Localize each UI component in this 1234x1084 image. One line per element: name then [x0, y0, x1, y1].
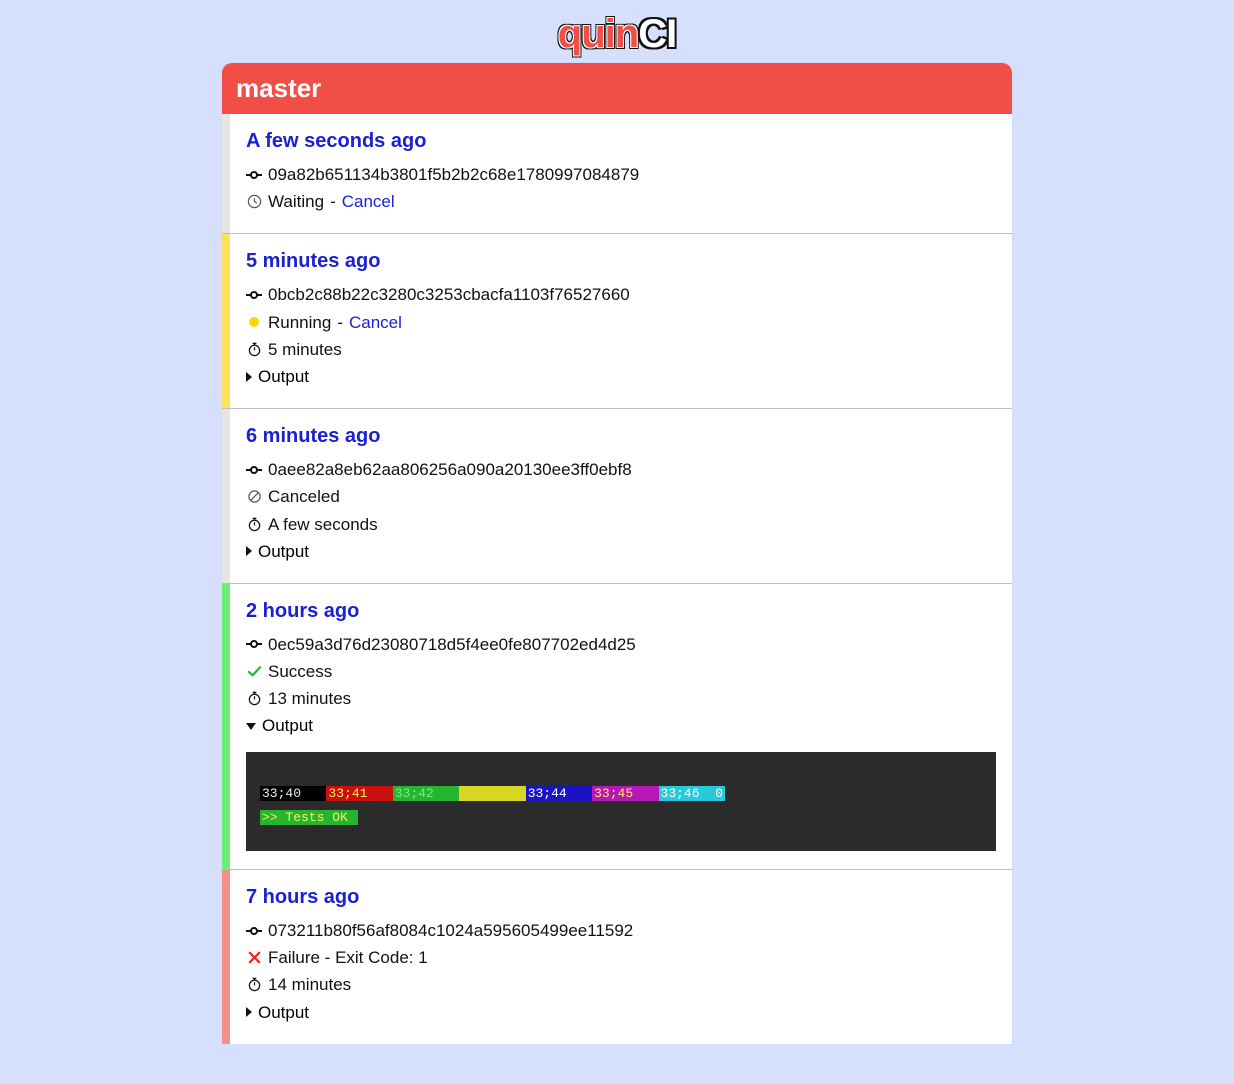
stopwatch-icon: [246, 977, 262, 993]
commit-sha: 073211b80f56af8084c1024a595605499ee11592: [268, 917, 633, 944]
job-card: 2 hours ago 0ec59a3d76d23080718d5f4ee0fe8…: [222, 584, 1012, 870]
caret-icon: [246, 1007, 252, 1017]
caret-icon: [246, 723, 256, 730]
commit-icon: [246, 167, 262, 183]
commit-icon: [246, 462, 262, 478]
sep: -: [337, 309, 343, 336]
status-bar: [222, 870, 230, 1044]
x-icon: [246, 950, 262, 966]
duration-text: 5 minutes: [268, 336, 342, 363]
duration-text: 14 minutes: [268, 971, 351, 998]
branch-header: master: [222, 63, 1012, 114]
commit-icon: [246, 287, 262, 303]
cancel-link[interactable]: Cancel: [349, 309, 402, 336]
duration-row: 13 minutes: [246, 685, 996, 712]
output-toggle[interactable]: Output: [246, 538, 996, 565]
output-toggle[interactable]: Output: [246, 363, 996, 390]
status-bar: [222, 114, 230, 233]
job-card: 6 minutes ago 0aee82a8eb62aa806256a090a20…: [222, 409, 1012, 584]
job-time-link[interactable]: 2 hours ago: [246, 600, 996, 623]
commit-sha: 0aee82a8eb62aa806256a090a20130ee3ff0ebf8: [268, 456, 632, 483]
output-label: Output: [258, 363, 309, 390]
commit-icon: [246, 636, 262, 652]
check-icon: [246, 664, 262, 680]
status-row: Failure - Exit Code: 1: [246, 944, 996, 971]
stopwatch-icon: [246, 341, 262, 357]
logo: quinCI: [222, 0, 1012, 63]
job-time-link[interactable]: A few seconds ago: [246, 130, 996, 153]
stopwatch-icon: [246, 516, 262, 532]
status-text: Waiting: [268, 188, 324, 215]
dot-icon: [246, 314, 262, 330]
ban-icon: [246, 489, 262, 505]
job-card: 5 minutes ago 0bcb2c88b22c3280c3253cbacfa…: [222, 234, 1012, 409]
output-label: Output: [262, 712, 313, 739]
output-toggle[interactable]: Output: [246, 999, 996, 1026]
status-bar: [222, 234, 230, 408]
commit-sha: 09a82b651134b3801f5b2b2c68e1780997084879: [268, 161, 639, 188]
status-row: Running - Cancel: [246, 309, 996, 336]
stopwatch-icon: [246, 691, 262, 707]
commit-sha: 0ec59a3d76d23080718d5f4ee0fe807702ed4d25: [268, 631, 636, 658]
commit-row: 09a82b651134b3801f5b2b2c68e1780997084879: [246, 161, 996, 188]
job-time-link[interactable]: 5 minutes ago: [246, 250, 996, 273]
output-toggle[interactable]: Output 33;40 33;41 33;42 33;44 33;45 33;4…: [246, 712, 996, 851]
commit-row: 0bcb2c88b22c3280c3253cbacfa1103f76527660: [246, 281, 996, 308]
duration-row: 5 minutes: [246, 336, 996, 363]
duration-text: 13 minutes: [268, 685, 351, 712]
status-text: Running: [268, 309, 331, 336]
status-bar: [222, 584, 230, 869]
status-row: Waiting - Cancel: [246, 188, 996, 215]
status-text: Failure - Exit Code: 1: [268, 944, 428, 971]
job-card: A few seconds ago 09a82b651134b3801f5b2b2…: [222, 114, 1012, 234]
commit-row: 0ec59a3d76d23080718d5f4ee0fe807702ed4d25: [246, 631, 996, 658]
status-text: Canceled: [268, 483, 340, 510]
commit-icon: [246, 923, 262, 939]
jobs-board: master A few seconds ago 09a82b651134b380…: [222, 63, 1012, 1044]
status-row: Success: [246, 658, 996, 685]
commit-row: 073211b80f56af8084c1024a595605499ee11592: [246, 917, 996, 944]
status-row: Canceled: [246, 483, 996, 510]
commit-row: 0aee82a8eb62aa806256a090a20130ee3ff0ebf8: [246, 456, 996, 483]
sep: -: [330, 188, 336, 215]
status-text: Success: [268, 658, 332, 685]
clock-icon: [246, 194, 262, 210]
status-bar: [222, 409, 230, 583]
duration-text: A few seconds: [268, 511, 378, 538]
output-label: Output: [258, 538, 309, 565]
caret-icon: [246, 546, 252, 556]
job-time-link[interactable]: 6 minutes ago: [246, 425, 996, 448]
cancel-link[interactable]: Cancel: [342, 188, 395, 215]
caret-icon: [246, 372, 252, 382]
job-card: 7 hours ago 073211b80f56af8084c1024a59560…: [222, 870, 1012, 1044]
commit-sha: 0bcb2c88b22c3280c3253cbacfa1103f76527660: [268, 281, 630, 308]
output-label: Output: [258, 999, 309, 1026]
terminal-output: 33;40 33;41 33;42 33;44 33;45 33;46 0 >>…: [246, 752, 996, 851]
duration-row: A few seconds: [246, 511, 996, 538]
duration-row: 14 minutes: [246, 971, 996, 998]
job-time-link[interactable]: 7 hours ago: [246, 886, 996, 909]
